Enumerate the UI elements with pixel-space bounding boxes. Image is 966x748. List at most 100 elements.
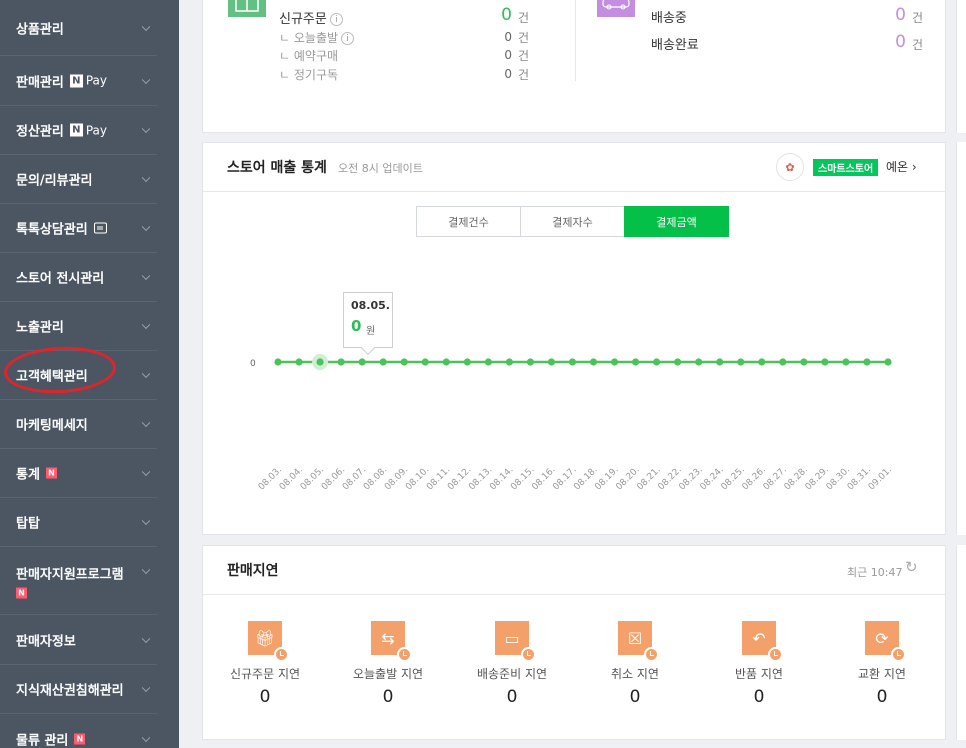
data-point[interactable] [316,358,324,366]
naver-pay-badge: N Pay [69,74,107,88]
tab-payer-count[interactable]: 결제자수 [520,206,625,237]
data-point[interactable] [610,358,619,366]
clock-icon [891,647,906,662]
data-point[interactable] [400,358,408,366]
sidebar-item-talktalk[interactable]: 톡톡상담관리 [0,204,157,253]
new-badge: N [45,467,57,479]
chevron-down-icon [141,733,151,742]
data-point[interactable] [505,358,513,366]
reserve-row: ㄴ 예약구매 [279,49,339,63]
delay-item[interactable]: ↶ 반품 지연 0 [704,621,814,707]
chevron-down-icon [141,75,151,84]
delay-value[interactable]: 0 [457,687,567,707]
sidebar-item-products[interactable]: 상품관리 [0,0,157,56]
sidebar-item-ip-infringement[interactable]: 지식재산권침해관리 [0,665,157,714]
sidebar-item-seller-info[interactable]: 판매자정보 [0,615,157,665]
sidebar-item-marketing[interactable]: 마케팅메세지 [0,400,157,449]
delay-value[interactable]: 0 [704,687,814,707]
order-box-icon [228,0,266,17]
sidebar-item-stats[interactable]: 통계 N [0,449,157,498]
data-point[interactable] [653,358,661,366]
sidebar-item-customer-benefit[interactable]: 고객혜택관리 [0,351,157,400]
data-point[interactable] [631,358,640,366]
sidebar-item-label: 노출관리 [16,320,64,336]
data-point[interactable] [463,358,471,366]
data-point[interactable] [547,358,556,366]
sidebar-item-logistics[interactable]: 물류 관리 N [0,714,157,748]
sidebar-item-display[interactable]: 스토어 전시관리 [0,253,157,302]
data-point[interactable] [337,358,345,366]
delay-value[interactable]: 0 [210,687,320,707]
data-point[interactable] [526,358,535,366]
right-card-edge [956,545,966,740]
data-point[interactable] [737,358,745,366]
sidebar-item-label: 통계 [16,467,40,483]
stats-title: 스토어 매출 통계 [227,160,327,176]
delay-value[interactable]: 0 [580,687,690,707]
data-point[interactable] [442,358,450,366]
data-point[interactable] [568,358,577,366]
smartstore-badge: 스마트스토어 [813,159,879,176]
sidebar-item-inquiry[interactable]: 문의/리뷰관리 [0,155,157,204]
delay-item[interactable]: ⟳ 교환 지연 0 [827,621,937,707]
tooltip-value: 0 [351,317,362,335]
data-point[interactable] [358,358,366,366]
delay-value[interactable]: 0 [333,687,443,707]
sidebar-item-exposure[interactable]: 노출관리 [0,302,157,351]
data-point[interactable] [295,358,303,366]
chevron-right-icon: › [911,160,917,174]
data-point[interactable] [379,358,387,366]
right-card-edge [956,142,966,535]
data-point[interactable] [421,358,429,366]
data-point[interactable] [779,358,787,366]
delay-item[interactable]: ▭ 배송준비 지연 0 [457,621,567,707]
delay-item[interactable]: ⇆ 오늘출발 지연 0 [333,621,443,707]
data-point[interactable] [716,358,724,366]
data-point[interactable] [800,358,808,366]
sidebar-item-settlement[interactable]: 정산관리 N Pay [0,106,157,155]
tab-payment-count[interactable]: 결제건수 [416,206,521,237]
count-unit: 건 [912,11,924,25]
sidebar-item-tap[interactable]: 탑탑 [0,498,157,547]
data-point[interactable] [821,358,829,366]
delay-item[interactable]: 🎁︎ 신규주문 지연 0 [210,621,320,707]
chat-icon [93,222,107,234]
new-order-count[interactable]: 0 [492,5,512,25]
stats-updated: 오전 8시 업데이트 [338,162,423,175]
shipping-count[interactable]: 0 [886,5,906,25]
data-point[interactable] [884,358,892,366]
divider [203,191,945,192]
count-unit: 건 [518,68,530,82]
data-point[interactable] [674,358,682,366]
info-icon[interactable]: i [341,32,355,45]
delay-item[interactable]: ☒ 취소 지연 0 [580,621,690,707]
refresh-icon[interactable]: ↻ [905,558,918,576]
sidebar-item-label: 톡톡상담관리 [16,222,88,238]
chevron-down-icon [141,124,151,134]
data-point[interactable] [589,358,598,366]
sidebar-item-label: 지식재산권침해관리 [16,683,124,699]
order-status-card: 신규주문 i 0 건 ㄴ 오늘출발 i 0 건 ㄴ 예약구매 0 건 ㄴ 정기구독 … [202,0,946,133]
sidebar: 상품관리 판매관리 N Pay 정산관리 N Pay 문의/리뷰관리 톡톡상담관리 스토… [0,0,179,748]
data-point[interactable] [695,358,703,366]
sidebar-item-seller-program[interactable]: 판매자지원프로그램 N [0,547,157,615]
delivered-count[interactable]: 0 [886,32,906,52]
data-point[interactable] [863,358,871,366]
return-icon: ↶ [742,621,783,662]
count-unit: 건 [518,31,530,45]
today-ship-count: 0 [504,30,512,44]
info-icon[interactable]: i [329,13,343,26]
delay-value[interactable]: 0 [827,687,937,707]
data-point[interactable] [274,358,282,366]
store-selector[interactable]: 예온 › [886,158,917,175]
data-point[interactable] [484,358,492,366]
new-order-row[interactable]: 신규주문 i [279,8,343,27]
chevron-down-icon [141,369,151,379]
data-point[interactable] [842,358,850,366]
stats-tabs: 결제건수 결제자수 결제금액 [416,206,729,237]
clock-icon [274,647,289,662]
data-point[interactable] [758,358,766,366]
sidebar-item-label: 판매자정보 [16,634,76,649]
tab-payment-amount[interactable]: 결제금액 [624,206,729,237]
sidebar-item-sales[interactable]: 판매관리 N Pay [0,56,157,106]
